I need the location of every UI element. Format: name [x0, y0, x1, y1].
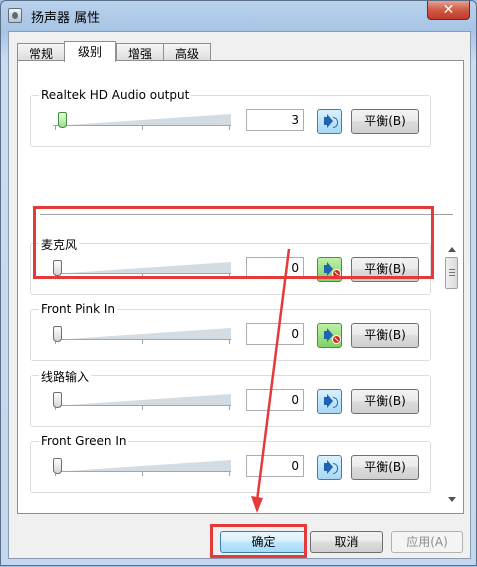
tab-levels[interactable]: 级别: [64, 41, 116, 62]
annotation-arrow: [251, 248, 291, 513]
speaker-properties-window: 扬声器 属性 ✕ 常规 级别 增强 高级 Realtek HD Audio ou…: [0, 0, 477, 566]
